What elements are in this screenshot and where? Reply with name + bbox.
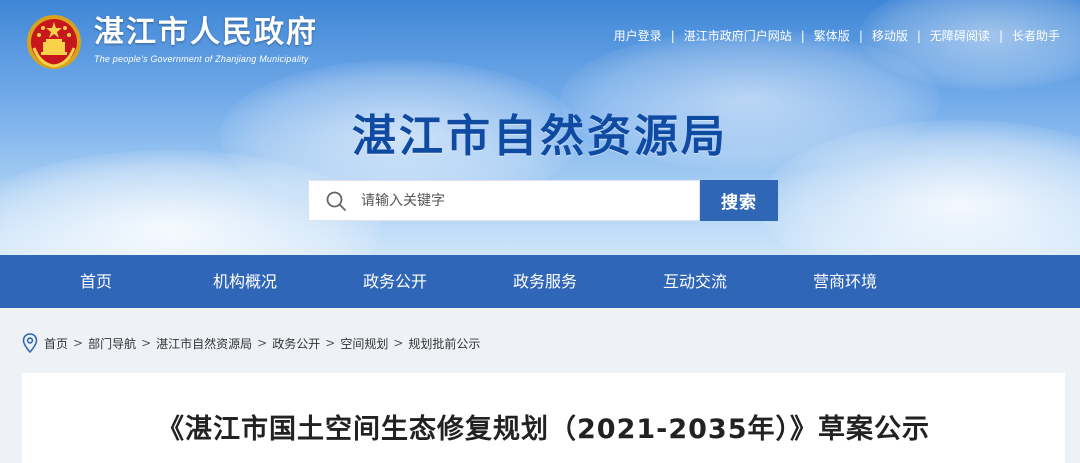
- breadcrumb-home[interactable]: 首页: [44, 335, 68, 352]
- article-panel: 《湛江市国土空间生态修复规划（2021-2035年）》草案公示: [22, 373, 1065, 463]
- link-separator: |: [800, 28, 805, 43]
- search-box: [308, 180, 700, 221]
- breadcrumb-separator: >: [73, 336, 84, 350]
- nav-item-business-environment[interactable]: 营商环境: [770, 255, 920, 308]
- traditional-chinese-link[interactable]: 繁体版: [814, 27, 850, 44]
- nav-item-services[interactable]: 政务服务: [470, 255, 620, 308]
- accessibility-link[interactable]: 无障碍阅读: [930, 27, 990, 44]
- header-banner: 湛江市人民政府 The people's Government of Zhanj…: [0, 0, 1080, 255]
- link-separator: |: [670, 28, 675, 43]
- national-emblem-icon: [27, 15, 81, 69]
- top-links: 用户登录 | 湛江市政府门户网站 | 繁体版 | 移动版 | 无障碍阅读 | 长…: [614, 27, 1060, 44]
- search-input[interactable]: [347, 181, 699, 220]
- search-bar: 搜索: [308, 180, 778, 221]
- nav-item-interaction[interactable]: 互动交流: [620, 255, 770, 308]
- article-title: 《湛江市国土空间生态修复规划（2021-2035年）》草案公示: [157, 414, 930, 445]
- breadcrumb-government-affairs[interactable]: 政务公开: [272, 335, 320, 352]
- main-nav: 首页 机构概况 政务公开 政务服务 互动交流 营商环境: [0, 255, 1080, 308]
- link-separator: |: [998, 28, 1003, 43]
- bureau-title: 湛江市自然资源局: [352, 111, 728, 162]
- site-name: 湛江市人民政府: [94, 15, 318, 50]
- breadcrumb-separator: >: [141, 336, 152, 350]
- portal-link[interactable]: 湛江市政府门户网站: [684, 27, 792, 44]
- breadcrumb-bureau[interactable]: 湛江市自然资源局: [156, 335, 252, 352]
- login-link[interactable]: 用户登录: [614, 27, 662, 44]
- location-pin-icon: [22, 333, 38, 353]
- elderly-assistant-link[interactable]: 长者助手: [1012, 27, 1060, 44]
- breadcrumb: 首页 > 部门导航 > 湛江市自然资源局 > 政务公开 > 空间规划 > 规划批…: [22, 333, 480, 353]
- nav-item-home[interactable]: 首页: [0, 255, 170, 308]
- breadcrumb-spatial-planning[interactable]: 空间规划: [340, 335, 388, 352]
- search-icon: [326, 191, 346, 211]
- mobile-version-link[interactable]: 移动版: [872, 27, 908, 44]
- breadcrumb-department-nav[interactable]: 部门导航: [88, 335, 136, 352]
- search-button[interactable]: 搜索: [700, 180, 778, 221]
- site-logo[interactable]: 湛江市人民政府 The people's Government of Zhanj…: [26, 14, 318, 70]
- breadcrumb-separator: >: [325, 336, 336, 350]
- link-separator: |: [916, 28, 921, 43]
- nav-item-government-affairs[interactable]: 政务公开: [320, 255, 470, 308]
- link-separator: |: [858, 28, 863, 43]
- breadcrumb-separator: >: [257, 336, 268, 350]
- breadcrumb-planning-notice[interactable]: 规划批前公示: [408, 335, 480, 352]
- nav-item-organization[interactable]: 机构概况: [170, 255, 320, 308]
- breadcrumb-separator: >: [393, 336, 404, 350]
- site-name-english: The people's Government of Zhanjiang Mun…: [94, 54, 309, 64]
